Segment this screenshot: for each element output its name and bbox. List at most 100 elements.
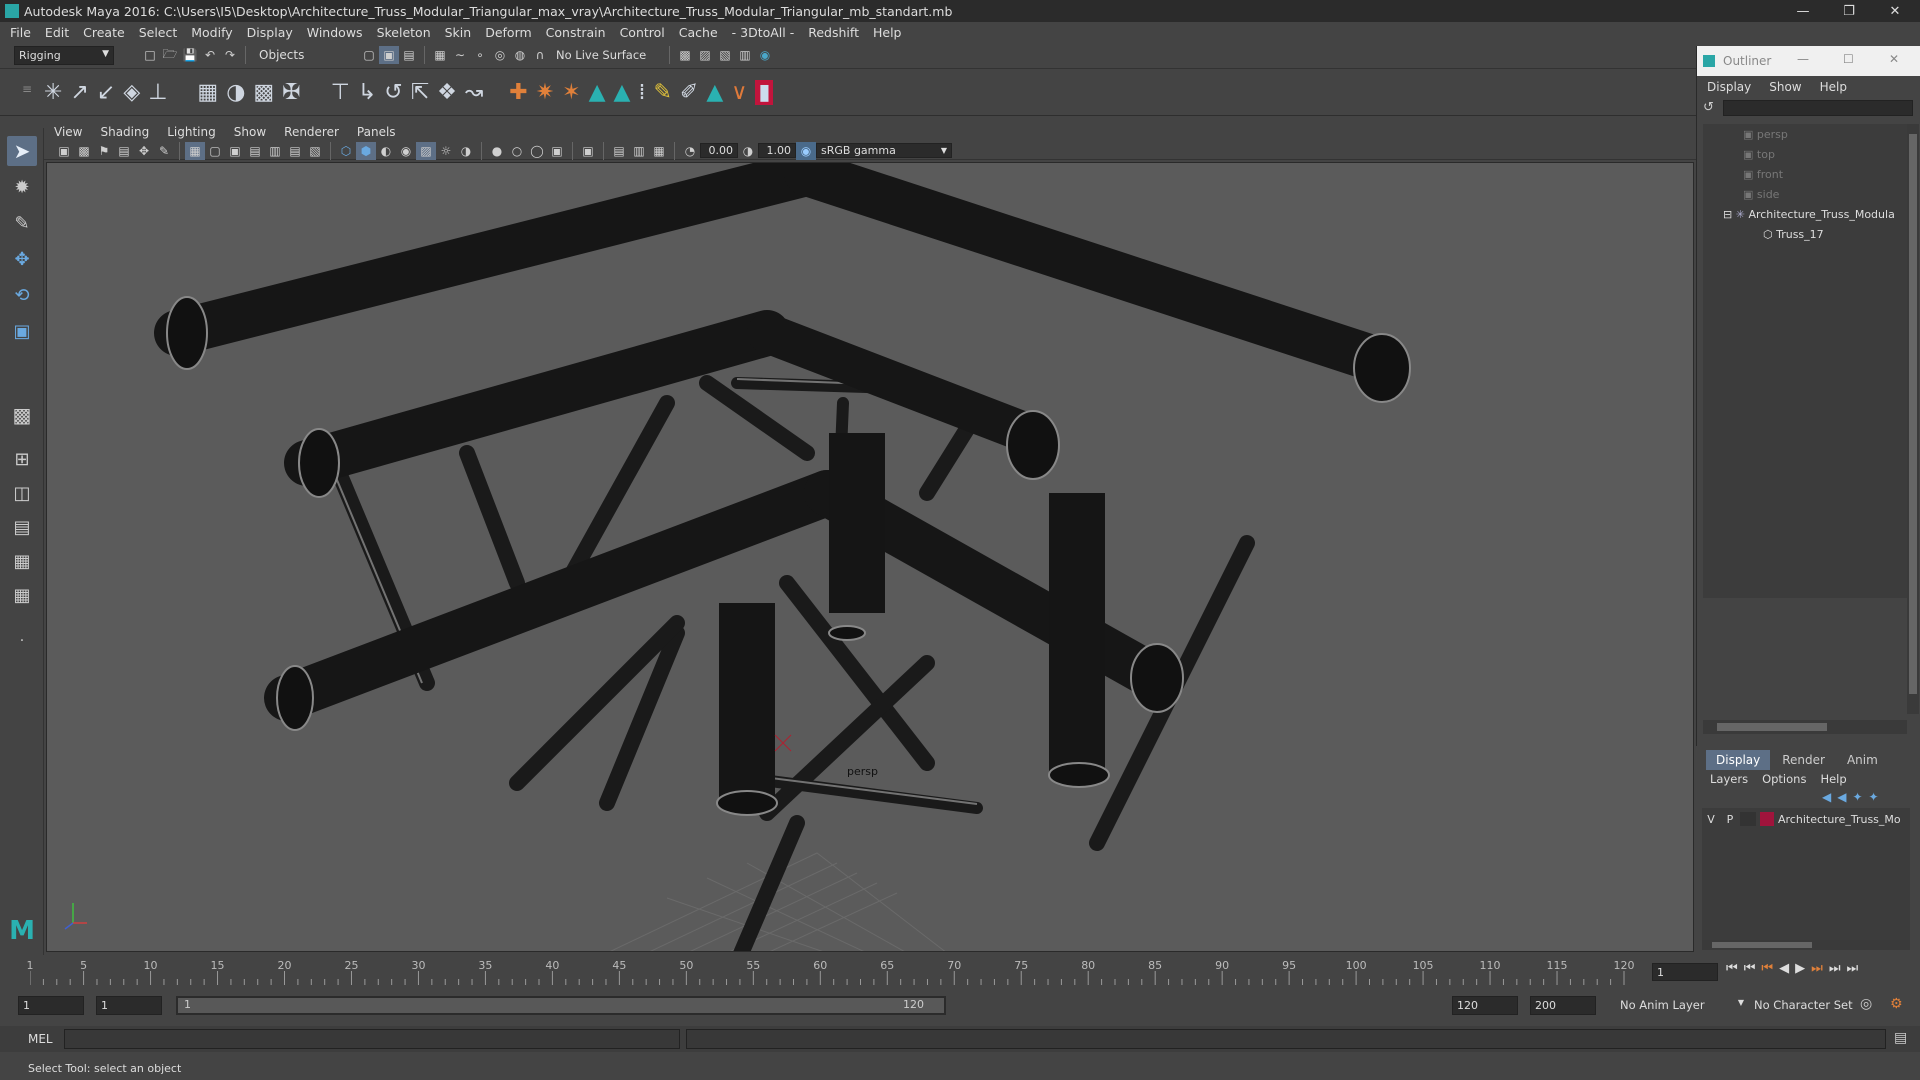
render-view-icon[interactable]: ▥ <box>735 46 755 64</box>
exposure-field[interactable]: 0.00 <box>700 143 738 158</box>
scale-constraint-icon[interactable]: ⇱ <box>411 80 429 105</box>
menu-cache[interactable]: Cache <box>679 25 718 40</box>
playback-end-field[interactable]: 120 <box>1452 996 1518 1015</box>
tab-anim[interactable]: Anim <box>1837 750 1888 770</box>
persp-outliner-layout-icon[interactable]: ▤ <box>7 512 37 542</box>
camera-attributes-icon[interactable]: ▩ <box>74 142 94 160</box>
ambient-occlusion-icon[interactable]: ● <box>487 142 507 160</box>
open-scene-icon[interactable]: 🗁 <box>160 46 180 64</box>
scrollbar-thumb[interactable] <box>1717 723 1827 731</box>
snap-grid-icon[interactable]: ▦ <box>430 46 450 64</box>
gamma-field[interactable]: 1.00 <box>758 143 796 158</box>
lattice-icon[interactable]: ▩ <box>253 80 274 105</box>
menu-help[interactable]: Help <box>873 25 902 40</box>
move-layer-down-icon[interactable]: ◀ <box>1837 790 1846 804</box>
undo-icon[interactable]: ↶ <box>200 46 220 64</box>
layers-menu-options[interactable]: Options <box>1762 772 1806 786</box>
camera-select-icon[interactable]: ▣ <box>54 142 74 160</box>
layers-menu-layers[interactable]: Layers <box>1710 772 1748 786</box>
orient-constraint-icon[interactable]: ↺ <box>384 80 402 105</box>
range-slider[interactable]: 1 120 <box>176 996 946 1015</box>
outliner-menu-show[interactable]: Show <box>1769 80 1801 94</box>
textured-icon[interactable]: ◉ <box>396 142 416 160</box>
menu-select[interactable]: Select <box>139 25 178 40</box>
layer-name[interactable]: Architecture_Truss_Mo <box>1778 813 1901 826</box>
panel-menu-renderer[interactable]: Renderer <box>284 125 339 139</box>
layers-menu-help[interactable]: Help <box>1820 772 1846 786</box>
safe-action-icon[interactable]: ▤ <box>285 142 305 160</box>
ik-handle-icon[interactable]: ↗ <box>70 80 88 105</box>
animation-preferences-icon[interactable]: ⚙ <box>1890 996 1903 1012</box>
field-chart-icon[interactable]: ▥ <box>265 142 285 160</box>
step-back-key-icon[interactable]: ⏮ <box>1744 961 1756 976</box>
grease-pencil-icon[interactable]: ✎ <box>154 142 174 160</box>
single-pane-layout-icon[interactable]: ▩ <box>7 400 37 430</box>
tab-render[interactable]: Render <box>1772 750 1835 770</box>
scrollbar-thumb[interactable] <box>1909 134 1917 694</box>
persp-graph-layout-icon[interactable]: ▦ <box>7 546 37 576</box>
outliner-item[interactable]: ▣ front <box>1743 168 1783 181</box>
menu-redshift[interactable]: Redshift <box>808 25 859 40</box>
default-material-icon[interactable]: ◐ <box>376 142 396 160</box>
collapse-icon[interactable]: ⊟ <box>1723 208 1732 221</box>
layer-color-swatch[interactable] <box>1760 812 1774 826</box>
gamma-icon[interactable]: ◑ <box>738 142 758 160</box>
more-layouts-icon[interactable]: · <box>7 626 37 656</box>
panel-menu-shading[interactable]: Shading <box>100 125 149 139</box>
locator-icon[interactable]: ✚ <box>509 80 527 105</box>
paint-select-tool-icon[interactable]: ✎ <box>7 208 37 238</box>
safe-title-icon[interactable]: ▧ <box>305 142 325 160</box>
snap-surface-icon[interactable]: ◍ <box>510 46 530 64</box>
script-editor-icon[interactable]: ▤ <box>1894 1030 1907 1046</box>
render-bars-icon[interactable]: ▮ <box>755 80 774 105</box>
joint-tool-icon[interactable]: ✳ <box>44 80 62 105</box>
go-to-end-icon[interactable]: ⏭ <box>1847 961 1859 976</box>
step-forward-frame-icon[interactable]: ⏭ <box>1811 961 1823 976</box>
outliner-item[interactable]: ⊟ ✳ Architecture_Truss_Modula <box>1723 208 1895 221</box>
menu-deform[interactable]: Deform <box>485 25 531 40</box>
isolate-select-icon[interactable]: ▣ <box>578 142 598 160</box>
move-tool-icon[interactable]: ✥ <box>7 244 37 274</box>
color-space-dropdown[interactable]: sRGB gamma ▼ <box>816 143 952 158</box>
snap-curve-icon[interactable]: ∼ <box>450 46 470 64</box>
range-slider-handle[interactable]: 1 120 <box>178 998 944 1013</box>
current-frame-field[interactable]: 1 <box>1652 963 1718 981</box>
new-layer-selected-icon[interactable]: ✦ <box>1869 790 1879 804</box>
restore-button[interactable]: ❐ <box>1826 0 1872 22</box>
menu-modify[interactable]: Modify <box>191 25 232 40</box>
menu-file[interactable]: File <box>10 25 31 40</box>
new-layer-icon[interactable]: ✦ <box>1852 790 1862 804</box>
mel-label[interactable]: MEL <box>28 1032 53 1046</box>
hik-icon[interactable]: ▲ <box>706 80 723 105</box>
scale-tool-icon[interactable]: ▣ <box>7 316 37 346</box>
step-forward-key-icon[interactable]: ⏭ <box>1829 961 1841 976</box>
menu-constrain[interactable]: Constrain <box>546 25 606 40</box>
layer-hscrollbar[interactable] <box>1702 940 1910 950</box>
two-pane-layout-icon[interactable]: ◫ <box>7 478 37 508</box>
truss-model[interactable]: persp <box>47 163 1694 952</box>
close-button[interactable]: ✕ <box>1872 0 1918 22</box>
color-management-icon[interactable]: ◉ <box>796 141 816 160</box>
selection-mode-label[interactable]: Objects <box>259 48 359 62</box>
paint-weights-icon[interactable]: ◑ <box>226 80 245 105</box>
image-plane-icon[interactable]: ▤ <box>114 142 134 160</box>
hik-character-icon[interactable]: ▲ <box>589 80 606 105</box>
lasso-tool-icon[interactable]: ✹ <box>7 172 37 202</box>
display-layer-icon[interactable]: ⁞ <box>638 80 645 105</box>
layer-row[interactable]: V P Architecture_Truss_Mo <box>1702 810 1910 828</box>
new-scene-icon[interactable]: □ <box>140 46 160 64</box>
hik-source-icon[interactable]: ▲ <box>614 80 631 105</box>
lights-icon[interactable]: ☼ <box>436 142 456 160</box>
cluster-icon[interactable]: ✠ <box>282 80 300 105</box>
play-forward-icon[interactable]: ▶ <box>1795 961 1805 976</box>
select-component-icon[interactable]: ▤ <box>399 46 419 64</box>
wireframe-icon[interactable]: ⬡ <box>336 142 356 160</box>
scene-start-field[interactable]: 1 <box>18 996 84 1015</box>
outliner-menu-help[interactable]: Help <box>1820 80 1847 94</box>
menu-skin[interactable]: Skin <box>445 25 472 40</box>
four-pane-layout-icon[interactable]: ⊞ <box>7 444 37 474</box>
render-settings-icon[interactable]: ▩ <box>675 46 695 64</box>
outliner-item[interactable]: ▣ top <box>1743 148 1775 161</box>
outliner-filter-icon[interactable]: ↺ <box>1703 100 1714 115</box>
menu-windows[interactable]: Windows <box>307 25 363 40</box>
